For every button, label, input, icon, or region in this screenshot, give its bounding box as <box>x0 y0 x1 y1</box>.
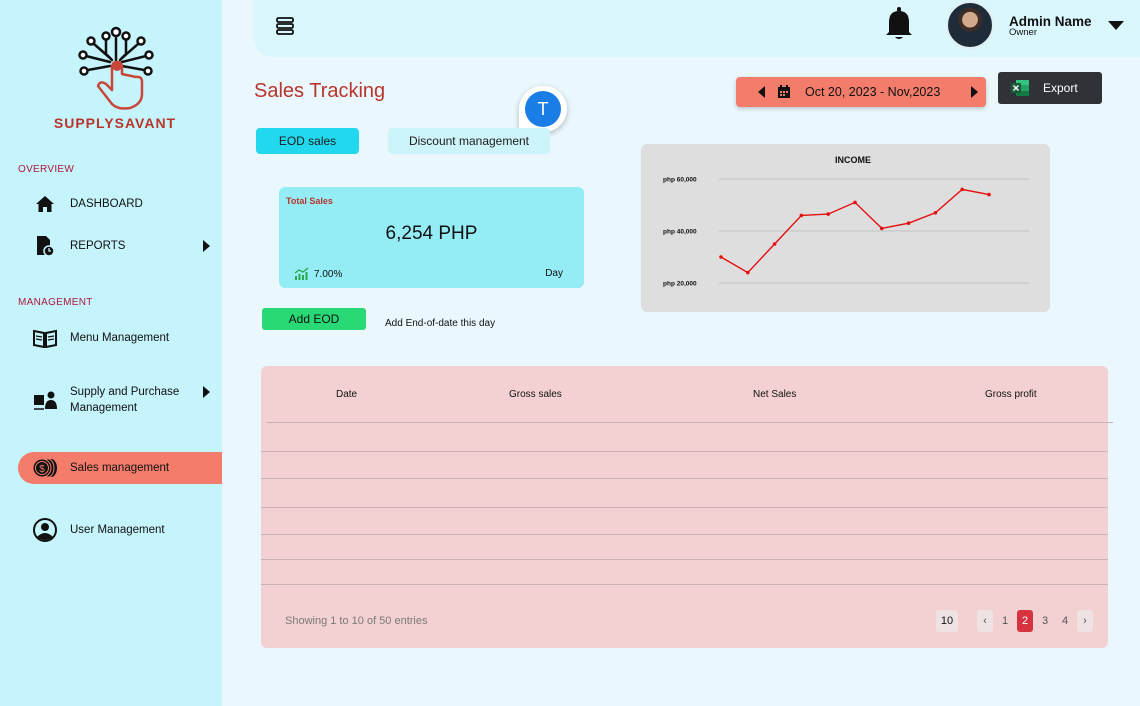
sidebar-item-label: Menu Management <box>70 332 170 344</box>
top-bar: Admin Name Owner <box>254 0 1140 57</box>
excel-icon <box>1011 80 1029 96</box>
table-row[interactable] <box>261 451 1108 452</box>
chart-point <box>933 211 938 215</box>
sidebar-item-label-line1: Supply and Purchase <box>70 386 180 398</box>
table-entries-info: Showing 1 to 10 of 50 entries <box>285 615 428 627</box>
pagination-prev[interactable]: ‹ <box>977 610 993 632</box>
chart-point <box>960 187 964 192</box>
date-range-picker[interactable]: Oct 20, 2023 - Nov,2023 <box>736 77 986 107</box>
chart-point <box>880 226 884 231</box>
calendar-icon <box>778 85 790 98</box>
chart-point <box>826 212 830 216</box>
sidebar: SUPPLYSAVANT OVERVIEW DASHBOARD REPORTS … <box>0 0 222 706</box>
floating-assistant-button[interactable]: T <box>519 86 567 132</box>
pagination-page-1[interactable]: 1 <box>997 610 1013 632</box>
user-role: Owner <box>1009 27 1037 38</box>
trend-up-icon <box>294 267 309 280</box>
sales-period: Day <box>545 268 563 279</box>
y-tick-label: php 40,000 <box>663 229 697 236</box>
pagination-page-3[interactable]: 3 <box>1037 610 1053 632</box>
table-row[interactable] <box>261 507 1108 508</box>
export-button[interactable]: Export <box>998 72 1102 104</box>
export-label: Export <box>1043 81 1078 95</box>
notification-bell-icon[interactable] <box>884 6 914 40</box>
sidebar-item-label: DASHBOARD <box>70 198 143 210</box>
add-eod-hint: Add End-of-date this day <box>385 318 496 329</box>
floating-avatar-letter: T <box>525 91 561 127</box>
supply-icon <box>32 387 58 413</box>
page-size-select[interactable]: 10 <box>936 610 958 632</box>
chevron-right-icon <box>203 240 210 252</box>
sidebar-item-dashboard[interactable]: DASHBOARD <box>18 191 222 217</box>
table-row[interactable] <box>261 559 1108 560</box>
column-header-gross-profit[interactable]: Gross profit <box>985 389 1037 400</box>
svg-text:$: $ <box>39 464 45 475</box>
tab-discount-management[interactable]: Discount management <box>388 128 550 154</box>
sidebar-item-label-line2: Management <box>70 402 138 414</box>
total-sales-card: Total Sales 6,254 PHP 7.00% Day <box>279 187 584 288</box>
total-sales-label: Total Sales <box>286 196 333 206</box>
chart-point <box>799 213 804 218</box>
column-header-date[interactable]: Date <box>336 389 357 400</box>
pagination-next[interactable]: › <box>1077 610 1093 632</box>
reports-icon <box>32 233 58 259</box>
date-range-text: Oct 20, 2023 - Nov,2023 <box>805 85 941 99</box>
sidebar-item-label: Sales management <box>70 462 170 474</box>
next-range-icon[interactable] <box>971 86 978 98</box>
chart-point <box>719 255 723 259</box>
page-title: Sales Tracking <box>254 80 386 102</box>
column-header-gross-sales[interactable]: Gross sales <box>509 389 562 400</box>
brand-logo-icon <box>78 26 154 110</box>
brand-name: SUPPLYSAVANT <box>53 115 177 131</box>
pagination-page-2[interactable]: 2 <box>1017 610 1033 632</box>
table-header: Date Gross sales Net Sales Gross profit <box>261 366 1108 422</box>
pagination-page-4[interactable]: 4 <box>1057 610 1073 632</box>
chart-point <box>853 200 857 205</box>
menu-book-icon <box>32 325 58 351</box>
section-label-management: MANAGEMENT <box>18 297 93 308</box>
total-sales-value: 6,254 PHP <box>385 223 478 244</box>
chevron-right-icon <box>203 386 210 398</box>
table-divider <box>266 422 1113 423</box>
add-eod-button[interactable]: Add EOD <box>262 308 366 330</box>
y-tick-label: php 20,000 <box>663 281 697 288</box>
sidebar-item-sales-management[interactable]: $ Sales management <box>18 452 222 484</box>
chart-title: INCOME <box>835 155 871 165</box>
sidebar-item-label: REPORTS <box>70 240 126 252</box>
home-icon <box>32 191 58 217</box>
sidebar-item-user-management[interactable]: User Management <box>18 517 222 543</box>
menu-list-icon[interactable] <box>276 17 294 35</box>
sidebar-item-supply-purchase[interactable]: Supply and Purchase Management <box>18 383 222 417</box>
sales-change-percent: 7.00% <box>314 269 343 280</box>
income-chart-svg: INCOME php 60,000 php 40,000 php 20,000 <box>663 155 1029 288</box>
avatar[interactable] <box>946 1 994 49</box>
table-row[interactable] <box>261 584 1108 585</box>
column-header-net-sales[interactable]: Net Sales <box>753 389 796 400</box>
chart-point <box>772 242 777 246</box>
chevron-down-icon[interactable] <box>1108 21 1124 30</box>
sidebar-item-label: User Management <box>70 524 165 536</box>
sales-table: Date Gross sales Net Sales Gross profit … <box>261 366 1113 648</box>
sidebar-item-menu-management[interactable]: Menu Management <box>18 325 222 351</box>
chart-point <box>987 192 991 197</box>
table-row[interactable] <box>261 534 1108 535</box>
chart-point <box>746 270 750 275</box>
table-row[interactable] <box>261 478 1108 479</box>
tab-eod-sales[interactable]: EOD sales <box>256 128 359 154</box>
user-circle-icon <box>32 517 58 543</box>
section-label-overview: OVERVIEW <box>18 164 75 175</box>
sales-coins-icon: $ <box>32 455 58 481</box>
income-chart: INCOME php 60,000 php 40,000 php 20,000 <box>641 144 1050 312</box>
previous-range-icon[interactable] <box>758 86 765 98</box>
sidebar-item-reports[interactable]: REPORTS <box>18 233 222 259</box>
chart-point <box>906 221 911 225</box>
y-tick-label: php 60,000 <box>663 177 697 184</box>
